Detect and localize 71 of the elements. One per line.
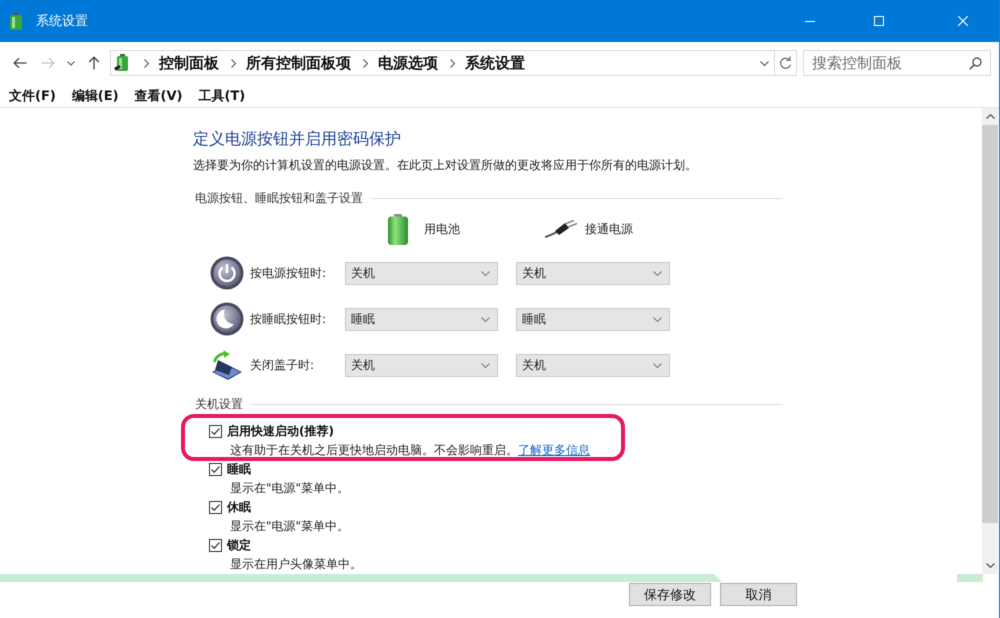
dropdown[interactable]: 关机	[516, 262, 670, 284]
chevron-right-icon	[231, 58, 236, 68]
breadcrumb-item[interactable]: 系统设置	[465, 54, 525, 72]
chevron-down-icon	[760, 60, 768, 66]
section-heading: 电源按钮、睡眠按钮和盖子设置	[195, 190, 363, 207]
arrow-up-icon	[88, 56, 100, 70]
option-description: 显示在"电源"菜单中。	[229, 518, 350, 535]
search-icon	[969, 57, 982, 70]
chevron-down-icon	[653, 316, 662, 322]
menu-item[interactable]: 文件(F)	[6, 84, 59, 106]
battery-icon	[10, 12, 22, 30]
chevron-down-icon	[481, 362, 490, 368]
chevron-right-icon	[450, 58, 455, 68]
checkbox[interactable]	[209, 539, 222, 552]
chevron-down-icon	[986, 563, 994, 568]
option-label: 启用快速启动(推荐)	[227, 423, 334, 440]
row-label: 按电源按钮时:	[250, 264, 328, 282]
option-label: 休眠	[227, 499, 251, 516]
option-description: 显示在用户头像菜单中。	[229, 556, 363, 573]
column-label: 接通电源	[585, 220, 633, 238]
laptop-icon	[210, 350, 244, 380]
arrow-right-icon	[41, 57, 55, 69]
dropdown[interactable]: 关机	[516, 354, 670, 376]
chevron-right-icon	[144, 58, 149, 68]
dialog-button[interactable]: 保存修改	[629, 583, 711, 606]
moon-icon	[210, 302, 244, 336]
breadcrumb-item[interactable]: 所有控制面板项	[246, 54, 351, 72]
address-bar[interactable]: 控制面板 所有控制面板项 电源选项 系统设置	[110, 50, 775, 76]
arrow-left-icon	[13, 57, 27, 69]
breadcrumb-item[interactable]: 控制面板	[159, 54, 219, 72]
option-description: 显示在"电源"菜单中。	[229, 480, 350, 497]
dialog-button[interactable]: 取消	[720, 583, 797, 606]
battery-icon	[388, 214, 408, 244]
row-label: 关闭盖子时:	[250, 356, 316, 374]
page-description: 选择要为你的计算机设置的电源设置。在此页上对设置所做的更改将应用于你所有的电源计划。	[193, 157, 698, 174]
dropdown[interactable]: 关机	[345, 262, 498, 284]
option-label: 锁定	[227, 537, 251, 554]
close-icon	[958, 16, 968, 26]
chevron-down-icon	[481, 316, 490, 322]
chevron-down-icon	[481, 270, 490, 276]
option-label: 睡眠	[227, 461, 251, 478]
maximize-icon	[874, 16, 884, 26]
page-title: 定义电源按钮并启用密码保护	[193, 128, 402, 150]
window-title: 系统设置	[36, 13, 88, 30]
chevron-down-icon	[653, 362, 662, 368]
breadcrumb-item[interactable]: 电源选项	[378, 54, 438, 72]
plug-icon	[545, 220, 577, 238]
chevron-down-icon	[653, 270, 662, 276]
checkbox[interactable]	[209, 501, 222, 514]
learn-more-link[interactable]: 了解更多信息	[518, 443, 590, 457]
power-icon	[210, 256, 244, 290]
search-field[interactable]: 搜索控制面板	[803, 50, 991, 76]
section-heading: 关机设置	[195, 396, 243, 413]
menu-item[interactable]: 工具(T)	[195, 84, 248, 106]
dropdown[interactable]: 睡眠	[516, 308, 670, 330]
option-description: 这有助于在关机之后更快地启动电脑。不会影响重启。了解更多信息	[229, 442, 591, 459]
chevron-down-icon	[67, 60, 75, 66]
chevron-right-icon	[363, 58, 368, 68]
menu-item[interactable]: 编辑(E)	[68, 84, 122, 106]
decorative-band	[957, 574, 983, 582]
checkbox[interactable]	[209, 425, 222, 438]
menu-item[interactable]: 查看(V)	[132, 84, 186, 106]
refresh-button[interactable]	[775, 50, 797, 76]
column-label: 用电池	[424, 220, 460, 238]
row-label: 按睡眠按钮时:	[250, 310, 328, 328]
dropdown[interactable]: 关机	[345, 354, 498, 376]
checkbox[interactable]	[209, 463, 222, 476]
minimize-icon	[805, 20, 815, 22]
dropdown[interactable]: 睡眠	[345, 308, 498, 330]
refresh-icon	[779, 56, 792, 70]
chevron-up-icon	[986, 114, 994, 119]
